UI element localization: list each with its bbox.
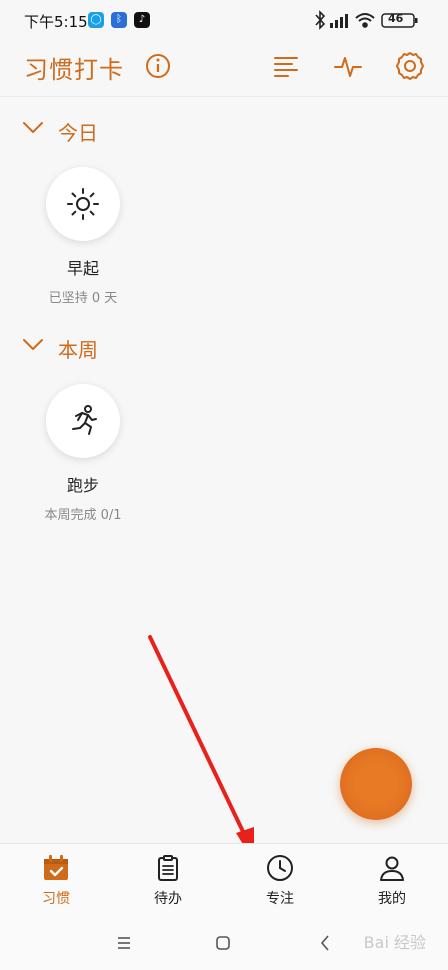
- app-header: 习惯打卡: [0, 40, 448, 97]
- nav-label: 专注: [266, 891, 294, 907]
- bluetooth-icon: [315, 10, 326, 30]
- menu-icon[interactable]: [112, 933, 136, 953]
- habit-card-wake-early[interactable]: 早起 已坚持 0 天: [23, 167, 143, 306]
- tiktok-icon: ♪: [134, 12, 150, 28]
- habit-card-running[interactable]: 跑步 本周完成 0/1: [23, 384, 143, 523]
- habit-progress: 本周完成 0/1: [44, 508, 122, 523]
- nav-label: 我的: [378, 891, 406, 907]
- home-icon[interactable]: [211, 933, 235, 953]
- settings-gear-icon[interactable]: [394, 50, 426, 82]
- nav-profile[interactable]: 我的: [336, 844, 448, 916]
- status-bar: 下午5:15 ◯ ᛒ ♪ 46: [0, 0, 448, 40]
- app-notification-icon: ◯: [88, 12, 104, 28]
- bluetooth-app-icon: ᛒ: [111, 12, 127, 28]
- clock-icon: [267, 855, 293, 881]
- activity-icon[interactable]: [332, 50, 364, 82]
- chevron-down-icon: [23, 122, 43, 133]
- wifi-icon: [355, 13, 375, 28]
- system-nav-bar: Bai 经验: [0, 915, 448, 970]
- nav-habits[interactable]: 习惯: [0, 844, 112, 916]
- habit-name: 跑步: [66, 476, 99, 495]
- section-title: 本周: [58, 338, 98, 362]
- running-icon: [72, 405, 97, 435]
- back-icon[interactable]: [314, 933, 338, 953]
- signal-icon: [330, 14, 348, 28]
- page-title: 习惯打卡: [24, 56, 124, 84]
- info-icon[interactable]: [142, 50, 174, 82]
- section-title: 今日: [58, 121, 98, 145]
- sort-list-icon[interactable]: [270, 50, 302, 82]
- nav-todo[interactable]: 待办: [112, 844, 224, 916]
- nav-label: 习惯: [42, 891, 70, 907]
- watermark-logo: Bai 经验: [363, 933, 426, 952]
- add-habit-fab[interactable]: [340, 748, 412, 820]
- sun-icon: [67, 188, 99, 220]
- status-indicators: 46: [314, 10, 424, 30]
- habit-progress: 已坚持 0 天: [48, 291, 118, 306]
- habit-icon-circle[interactable]: [46, 384, 120, 458]
- chevron-down-icon: [23, 339, 43, 350]
- habit-name: 早起: [66, 259, 99, 278]
- bottom-nav: 习惯 待办 专注 我的: [0, 843, 448, 916]
- person-icon: [380, 856, 404, 881]
- battery-level: 46: [388, 12, 404, 25]
- clipboard-icon: [158, 855, 178, 881]
- habit-icon-circle[interactable]: [46, 167, 120, 241]
- calendar-check-icon: [44, 855, 68, 880]
- nav-focus[interactable]: 专注: [224, 844, 336, 916]
- status-time: 下午5:15: [24, 13, 88, 31]
- nav-label: 待办: [154, 891, 182, 907]
